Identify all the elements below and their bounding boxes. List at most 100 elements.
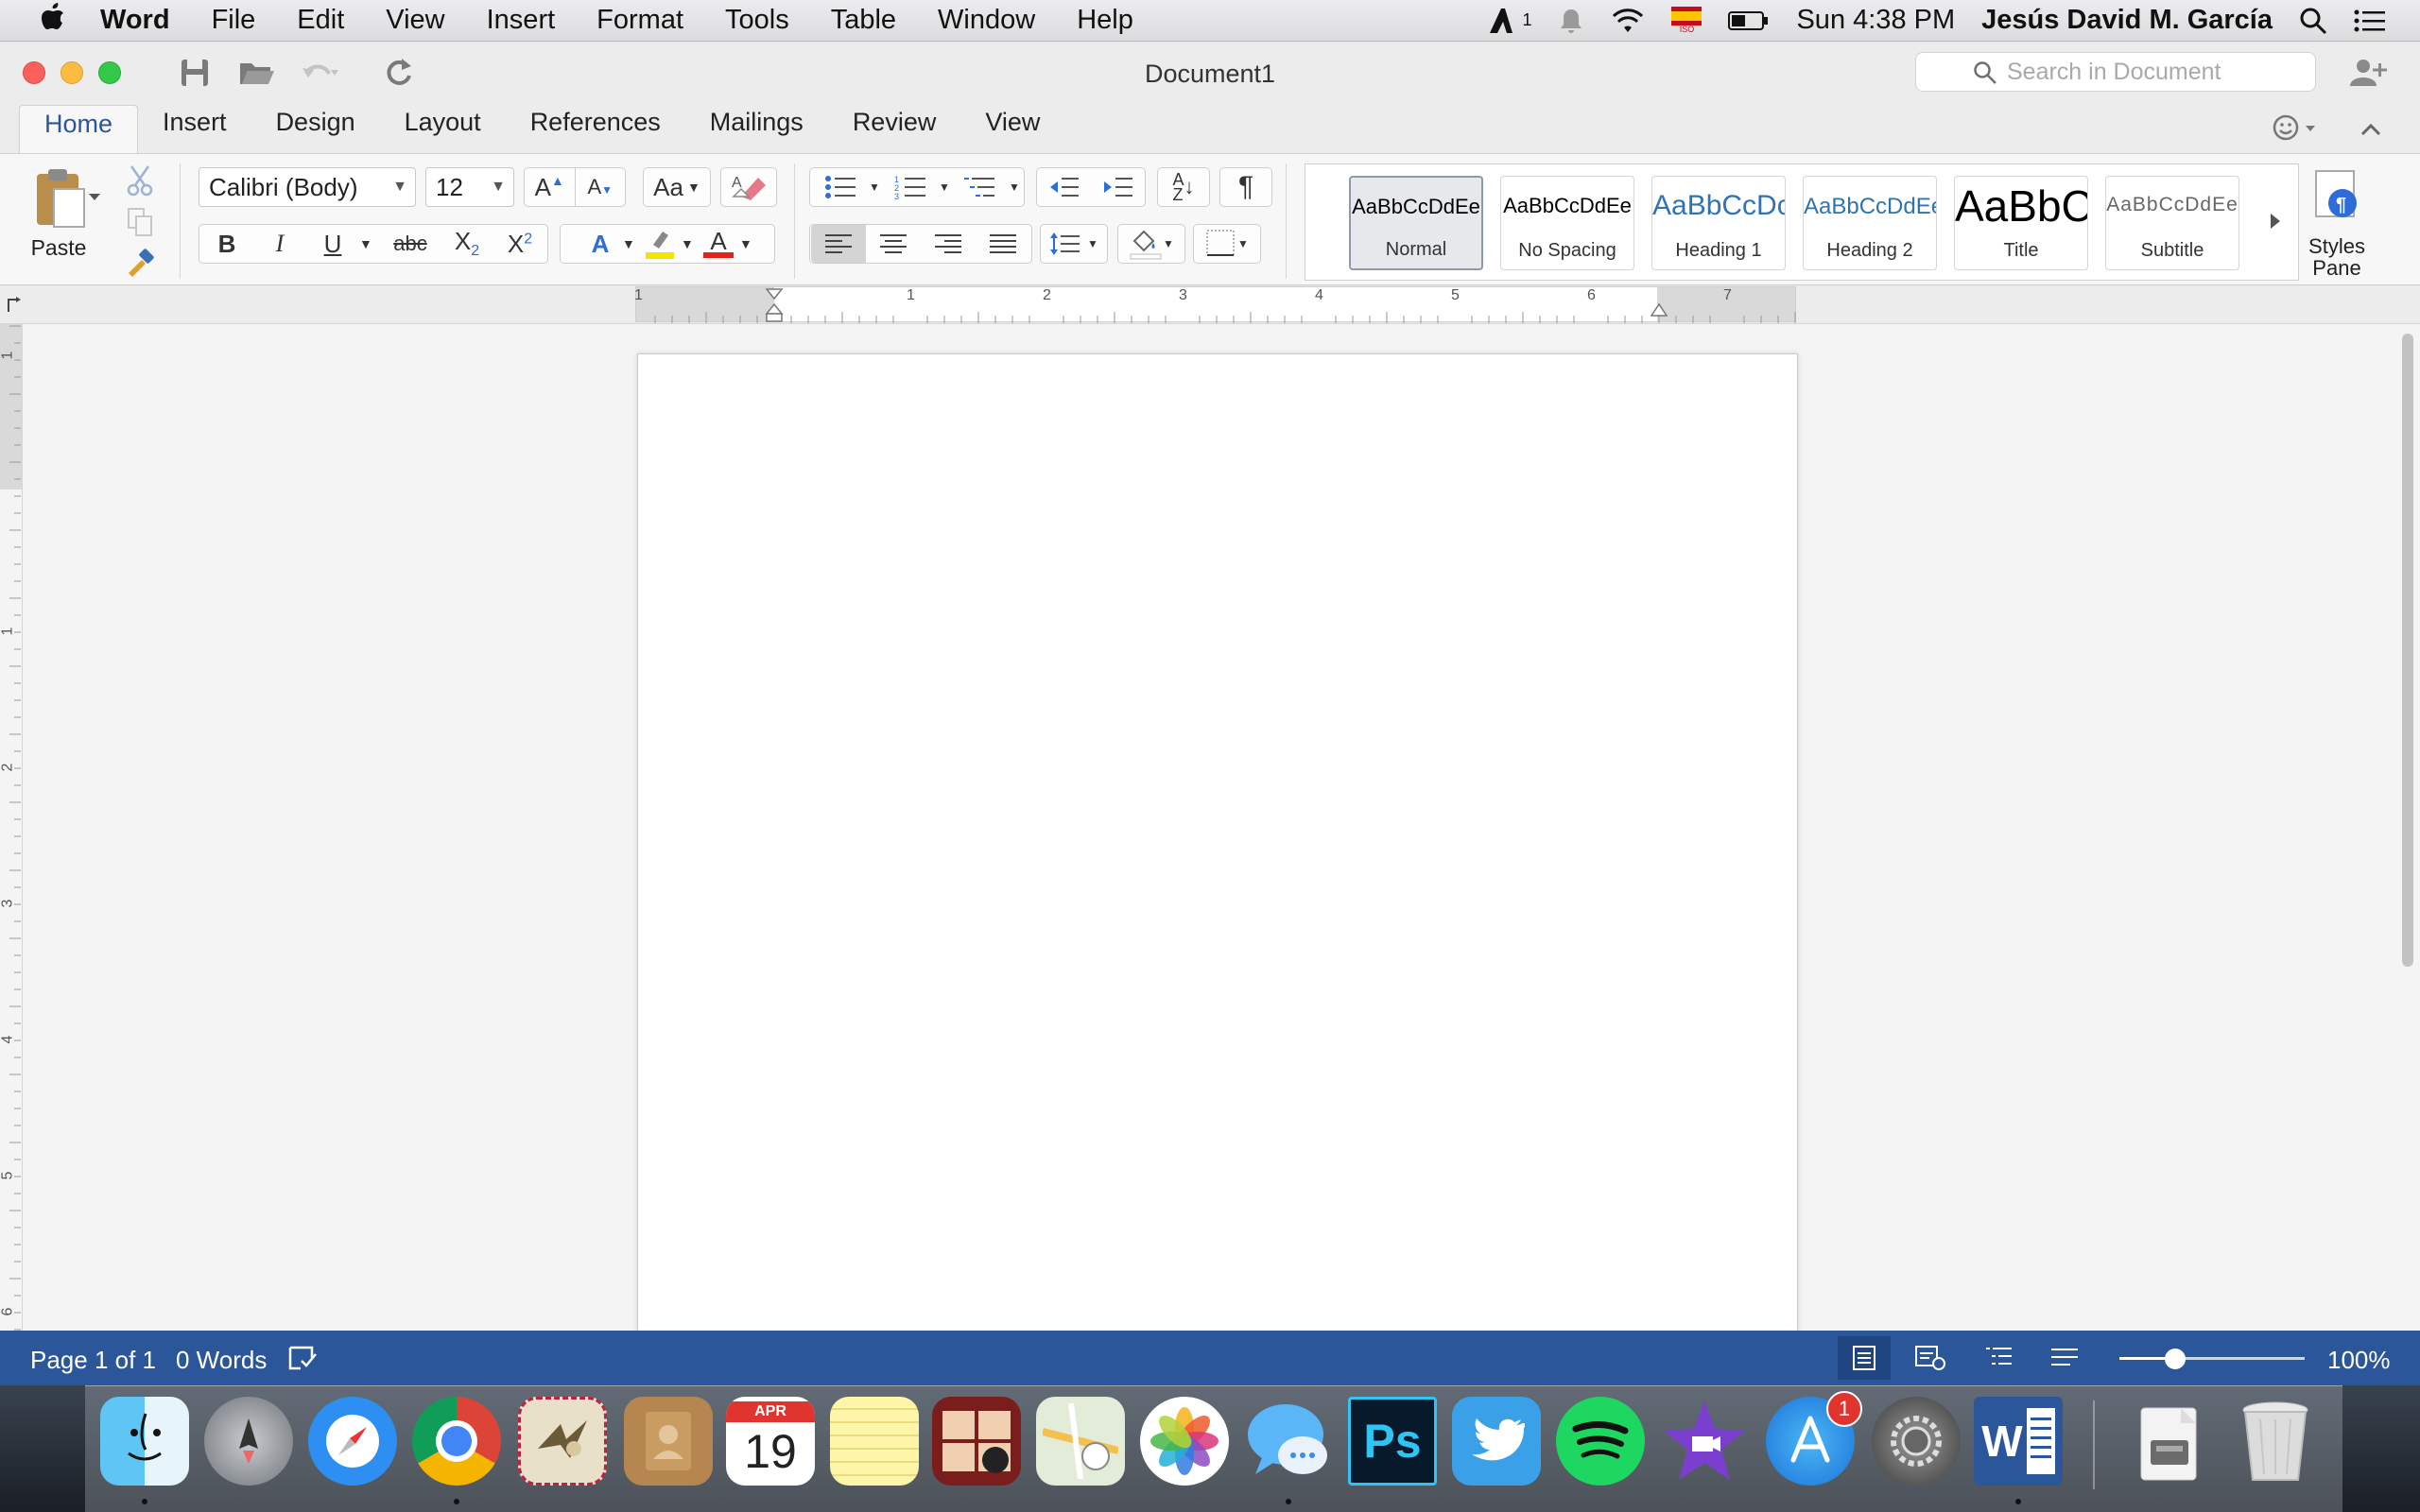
tab-review[interactable]: Review [828, 101, 961, 154]
menu-window[interactable]: Window [917, 5, 1056, 36]
style-heading-1[interactable]: AaBbCcDc Heading 1 [1651, 176, 1786, 270]
open-folder-icon[interactable] [238, 56, 276, 90]
paste-button-label[interactable]: Paste [19, 233, 98, 262]
share-add-person-icon[interactable] [2344, 56, 2392, 90]
right-indent-marker-icon[interactable] [1648, 297, 1670, 319]
menu-insert[interactable]: Insert [466, 5, 577, 36]
align-left-icon[interactable] [811, 225, 866, 263]
outline-view-icon[interactable] [1972, 1336, 2025, 1380]
dock-safari-icon[interactable] [308, 1397, 397, 1486]
bold-button[interactable]: B [200, 230, 253, 259]
styles-pane-button[interactable]: Styles Pane [2297, 233, 2377, 281]
font-color-button[interactable]: A [698, 229, 739, 258]
dock-chrome-icon[interactable] [412, 1397, 501, 1486]
dock-contacts-icon[interactable] [624, 1397, 713, 1486]
window-fullscreen-button[interactable] [98, 61, 121, 84]
font-size-dropdown-icon[interactable]: ▼ [491, 179, 506, 196]
menu-file[interactable]: File [191, 5, 277, 36]
dock-twitter-icon[interactable] [1452, 1397, 1541, 1486]
text-effects-button[interactable]: A [579, 230, 622, 259]
styles-more-arrow-icon[interactable] [2258, 202, 2292, 240]
wifi-icon[interactable] [1611, 7, 1645, 35]
dock-photoshop-icon[interactable]: Ps [1348, 1397, 1437, 1486]
menu-help[interactable]: Help [1056, 5, 1154, 36]
menubar-user[interactable]: Jesús David M. García [1981, 5, 2273, 36]
underline-dropdown-icon[interactable]: ▼ [359, 236, 380, 251]
bullets-dropdown-icon[interactable]: ▼ [869, 180, 882, 194]
shading-button[interactable]: ▼ [1117, 224, 1185, 264]
tab-layout[interactable]: Layout [380, 101, 506, 154]
tab-mailings[interactable]: Mailings [685, 101, 828, 154]
dock-messages-icon[interactable] [1244, 1397, 1333, 1486]
menu-tools[interactable]: Tools [704, 5, 810, 36]
numbering-icon[interactable]: 123 [882, 175, 939, 199]
style-normal[interactable]: AaBbCcDdEe Normal [1349, 176, 1483, 270]
dock-calendar-icon[interactable]: APR 19 [726, 1397, 815, 1486]
vertical-ruler[interactable]: 1 1 2 3 4 5 6 [0, 324, 23, 1331]
change-case-button[interactable]: Aa ▼ [643, 167, 711, 207]
dock-photo-booth-icon[interactable] [932, 1397, 1021, 1486]
zoom-level[interactable]: 100% [2327, 1346, 2391, 1375]
multilevel-list-dropdown-icon[interactable]: ▼ [1009, 180, 1022, 194]
multilevel-list-icon[interactable] [952, 175, 1009, 199]
increase-indent-icon[interactable] [1091, 176, 1145, 198]
font-color-dropdown-icon[interactable]: ▼ [739, 236, 756, 251]
zoom-slider-thumb[interactable] [2164, 1349, 2186, 1369]
print-layout-view-icon[interactable] [1838, 1336, 1891, 1380]
decrease-indent-icon[interactable] [1037, 176, 1091, 198]
dock-spotify-icon[interactable] [1556, 1397, 1645, 1486]
bullets-icon[interactable] [812, 175, 869, 199]
dock-downloads-stack-icon[interactable] [2127, 1397, 2216, 1486]
menu-edit[interactable]: Edit [276, 5, 365, 36]
adobe-icon[interactable]: 1 [1488, 7, 1531, 35]
scrollbar-thumb[interactable] [2402, 334, 2413, 967]
notification-center-icon[interactable] [2354, 7, 2386, 35]
menu-app-name[interactable]: Word [79, 5, 191, 36]
font-name-combobox[interactable]: Calibri (Body) ▼ [199, 167, 416, 207]
sort-button[interactable]: A Z ↓ [1157, 167, 1210, 207]
proofing-status-icon[interactable] [285, 1342, 320, 1374]
document-page[interactable] [637, 353, 1798, 1336]
notification-bell-icon[interactable] [1558, 7, 1584, 35]
dock-word-icon[interactable]: W [1974, 1397, 2063, 1486]
dock-maps-icon[interactable] [1036, 1397, 1125, 1486]
tab-references[interactable]: References [506, 101, 685, 154]
battery-icon[interactable] [1728, 7, 1770, 35]
align-right-icon[interactable] [921, 234, 976, 253]
tab-design[interactable]: Design [251, 101, 380, 154]
cut-icon[interactable] [121, 162, 159, 199]
shrink-font-button[interactable]: A▼ [575, 175, 625, 199]
italic-button[interactable]: I [253, 230, 306, 258]
tab-view[interactable]: View [960, 101, 1064, 154]
grow-font-button[interactable]: A▲ [525, 173, 575, 202]
menubar-clock[interactable]: Sun 4:38 PM [1796, 5, 1955, 36]
apple-menu-icon[interactable] [26, 2, 79, 39]
align-center-icon[interactable] [866, 234, 921, 253]
undo-icon[interactable] [301, 56, 338, 90]
styles-pane-icon[interactable]: ¶ [2307, 167, 2367, 224]
clear-formatting-eraser-icon[interactable]: A [720, 167, 777, 207]
justify-icon[interactable] [976, 234, 1030, 253]
redo-icon[interactable] [380, 56, 418, 90]
font-size-combobox[interactable]: 12 ▼ [425, 167, 514, 207]
style-no-spacing[interactable]: AaBbCcDdEe No Spacing [1500, 176, 1634, 270]
line-spacing-button[interactable]: ▼ [1040, 224, 1108, 264]
dock-finder-icon[interactable] [100, 1397, 189, 1486]
dock-photos-icon[interactable] [1140, 1397, 1229, 1486]
horizontal-ruler[interactable]: 1 1 2 3 4 5 6 7 [634, 286, 1796, 323]
feedback-smiley-icon[interactable] [2267, 109, 2324, 146]
highlight-dropdown-icon[interactable]: ▼ [681, 236, 698, 251]
tab-home[interactable]: Home [19, 105, 139, 154]
copy-icon[interactable] [121, 203, 159, 241]
draft-view-icon[interactable] [2038, 1336, 2091, 1380]
superscript-button[interactable]: X2 [493, 230, 546, 259]
menu-format[interactable]: Format [576, 5, 704, 36]
style-title[interactable]: AaBbC Title [1954, 176, 2088, 270]
dock-launchpad-icon[interactable] [204, 1397, 293, 1486]
style-heading-2[interactable]: AaBbCcDdEe Heading 2 [1803, 176, 1937, 270]
dock-imovie-icon[interactable] [1660, 1397, 1749, 1486]
first-line-indent-marker-icon[interactable] [763, 287, 786, 323]
save-icon[interactable] [176, 56, 214, 90]
web-layout-view-icon[interactable] [1904, 1336, 1957, 1380]
numbering-dropdown-icon[interactable]: ▼ [939, 180, 952, 194]
